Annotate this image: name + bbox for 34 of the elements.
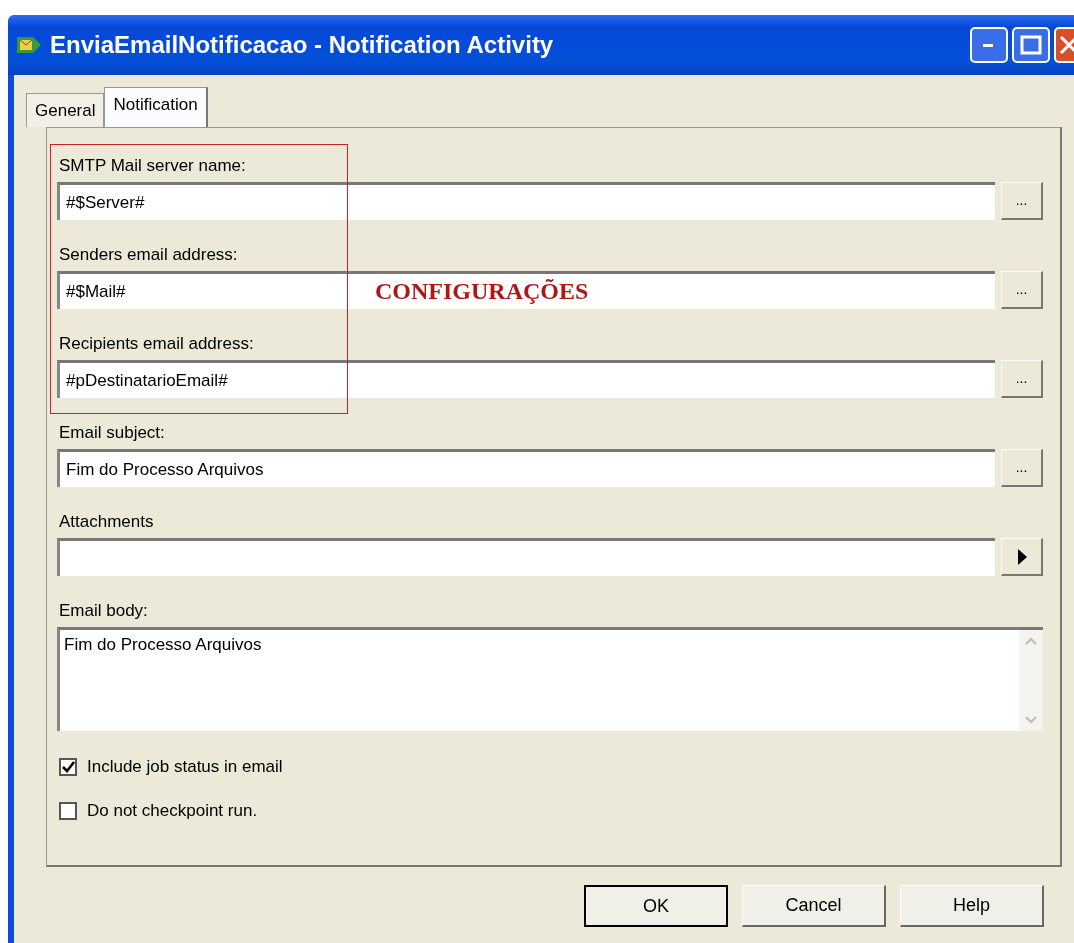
maximize-button[interactable] (1011, 27, 1050, 63)
close-icon (1058, 34, 1074, 56)
tab[interactable]: Notification (104, 87, 208, 127)
input-field[interactable]: Fim do Processo Arquivos (57, 449, 995, 487)
browse-button[interactable]: ... (1001, 360, 1043, 398)
input-field[interactable] (57, 538, 995, 576)
field-label: Senders email address: (58, 244, 239, 266)
dialog-button[interactable]: Help (900, 885, 1044, 927)
tab[interactable]: General (26, 93, 105, 127)
dialog-button[interactable]: Cancel (742, 885, 886, 927)
checkbox[interactable] (59, 802, 77, 820)
email-body-field[interactable]: Fim do Processo Arquivos (57, 627, 1019, 731)
field-label: Attachments (58, 511, 155, 533)
browse-button[interactable]: ... (1001, 182, 1043, 220)
field-label: SMTP Mail server name: (58, 155, 247, 177)
triangle-icon (1015, 547, 1028, 566)
checkbox-label: Include job status in email (87, 756, 283, 779)
input-field[interactable]: #$Server# (57, 182, 995, 220)
field-label: Recipients email address: (58, 333, 255, 355)
window-title: EnviaEmailNotificacao - Notification Activity (50, 30, 554, 60)
browse-button[interactable]: ... (1001, 449, 1043, 487)
annotation-text: CONFIGURAÇÕES (375, 277, 589, 306)
field-label: Email subject: (58, 422, 166, 444)
maximize-icon (1019, 35, 1042, 55)
arrow-button[interactable] (1001, 538, 1043, 576)
minimize-icon (982, 42, 995, 48)
field-label: Email body: (58, 600, 149, 622)
checkbox-label: Do not checkpoint run. (87, 800, 258, 823)
dialog-button[interactable]: OK (584, 885, 728, 927)
minimize-button[interactable] (969, 27, 1008, 63)
browse-button[interactable]: ... (1001, 271, 1043, 309)
input-field[interactable]: #pDestinatarioEmail# (57, 360, 995, 398)
envelope-icon (16, 34, 42, 56)
checkbox[interactable] (59, 758, 77, 776)
